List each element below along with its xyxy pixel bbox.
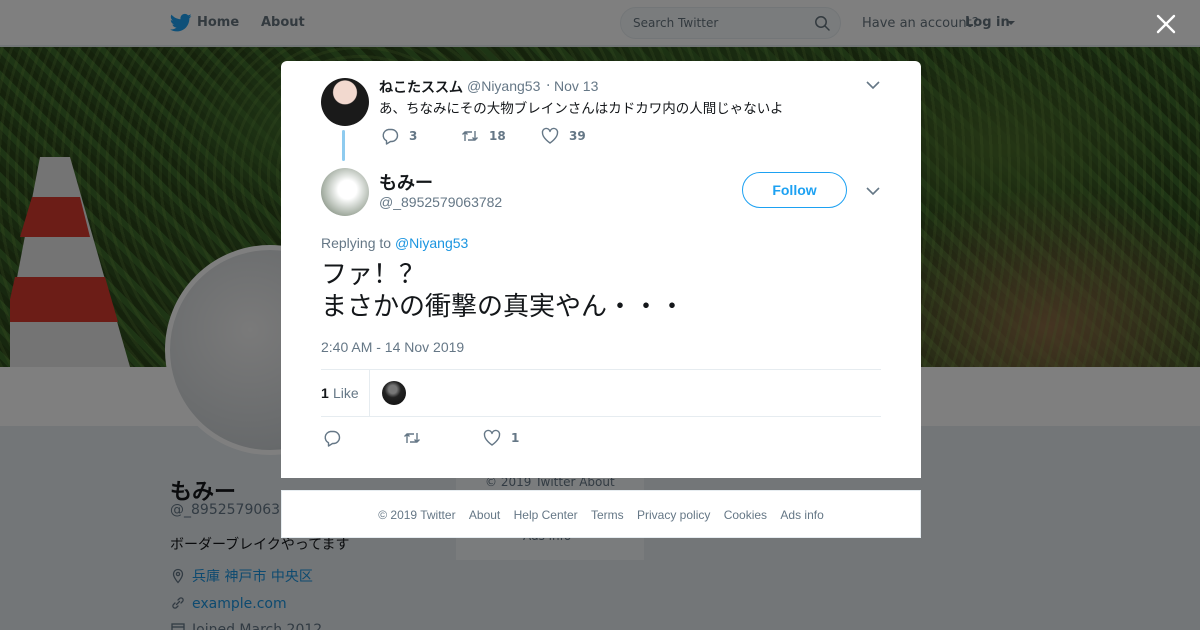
footer-link-about[interactable]: About — [469, 508, 500, 522]
parent-tweet-handle[interactable]: @Niyang53 — [467, 78, 540, 94]
tweet-text: ファ！？ まさかの衝撃の真実やん・・・ — [321, 260, 686, 322]
footer-link-help-center[interactable]: Help Center — [514, 508, 578, 522]
reply-icon — [382, 128, 399, 145]
tweet-actions: 1 — [323, 429, 623, 447]
tweet-chevron-down-icon[interactable] — [866, 186, 880, 196]
like-count: 39 — [569, 129, 586, 143]
parent-tweet-date[interactable]: Nov 13 — [554, 78, 598, 94]
reply-count: 3 — [409, 129, 418, 143]
footer-links: © 2019 Twitter About Help Center Terms P… — [282, 508, 920, 522]
heart-icon — [483, 429, 501, 446]
stats-divider — [369, 370, 370, 416]
modal-footer: © 2019 Twitter About Help Center Terms P… — [281, 490, 921, 538]
retweet-icon — [404, 433, 420, 443]
tweet-like-count: 1 — [511, 431, 520, 445]
tweet-timestamp[interactable]: 2:40 AM - 14 Nov 2019 — [321, 339, 464, 355]
liker-avatar[interactable] — [382, 381, 406, 405]
replying-to-link[interactable]: @Niyang53 — [395, 235, 468, 251]
replying-prefix: Replying to — [321, 235, 392, 251]
thread-connector — [342, 130, 345, 161]
footer-link-cookies[interactable]: Cookies — [724, 508, 767, 522]
parent-tweet-name[interactable]: ねこたススム — [379, 77, 463, 97]
footer-copyright: © 2019 Twitter — [378, 508, 456, 522]
tweet-modal: ねこたススム @Niyang53 · Nov 13 あ、ちなみにその大物ブレイン… — [281, 61, 921, 478]
footer-link-ads-info[interactable]: Ads info — [780, 508, 823, 522]
footer-link-privacy[interactable]: Privacy policy — [637, 508, 710, 522]
parent-tweet-avatar[interactable] — [321, 78, 369, 126]
reply-icon — [324, 430, 341, 447]
likes-stat-count[interactable]: 1 — [321, 385, 329, 401]
likes-stat-label[interactable]: Like — [333, 385, 359, 401]
close-icon[interactable] — [1156, 14, 1176, 34]
tweet-author-handle[interactable]: @_8952579063782 — [379, 194, 502, 210]
retweet-count: 18 — [489, 129, 506, 143]
parent-tweet-chevron-down-icon[interactable] — [866, 80, 880, 90]
parent-tweet-separator: · — [546, 78, 551, 94]
parent-tweet-text: あ、ちなみにその大物ブレインさんはカドカワ内の人間じゃないよ — [379, 101, 784, 117]
tweet-author-avatar[interactable] — [321, 168, 369, 216]
heart-icon — [541, 127, 559, 144]
footer-link-terms[interactable]: Terms — [591, 508, 624, 522]
tweet-author-name[interactable]: もみー — [379, 169, 433, 195]
follow-button[interactable]: Follow — [742, 172, 847, 208]
tweet-stats: 1 Like — [321, 369, 881, 417]
retweet-icon — [462, 131, 478, 141]
replying-to: Replying to @Niyang53 — [321, 235, 468, 251]
